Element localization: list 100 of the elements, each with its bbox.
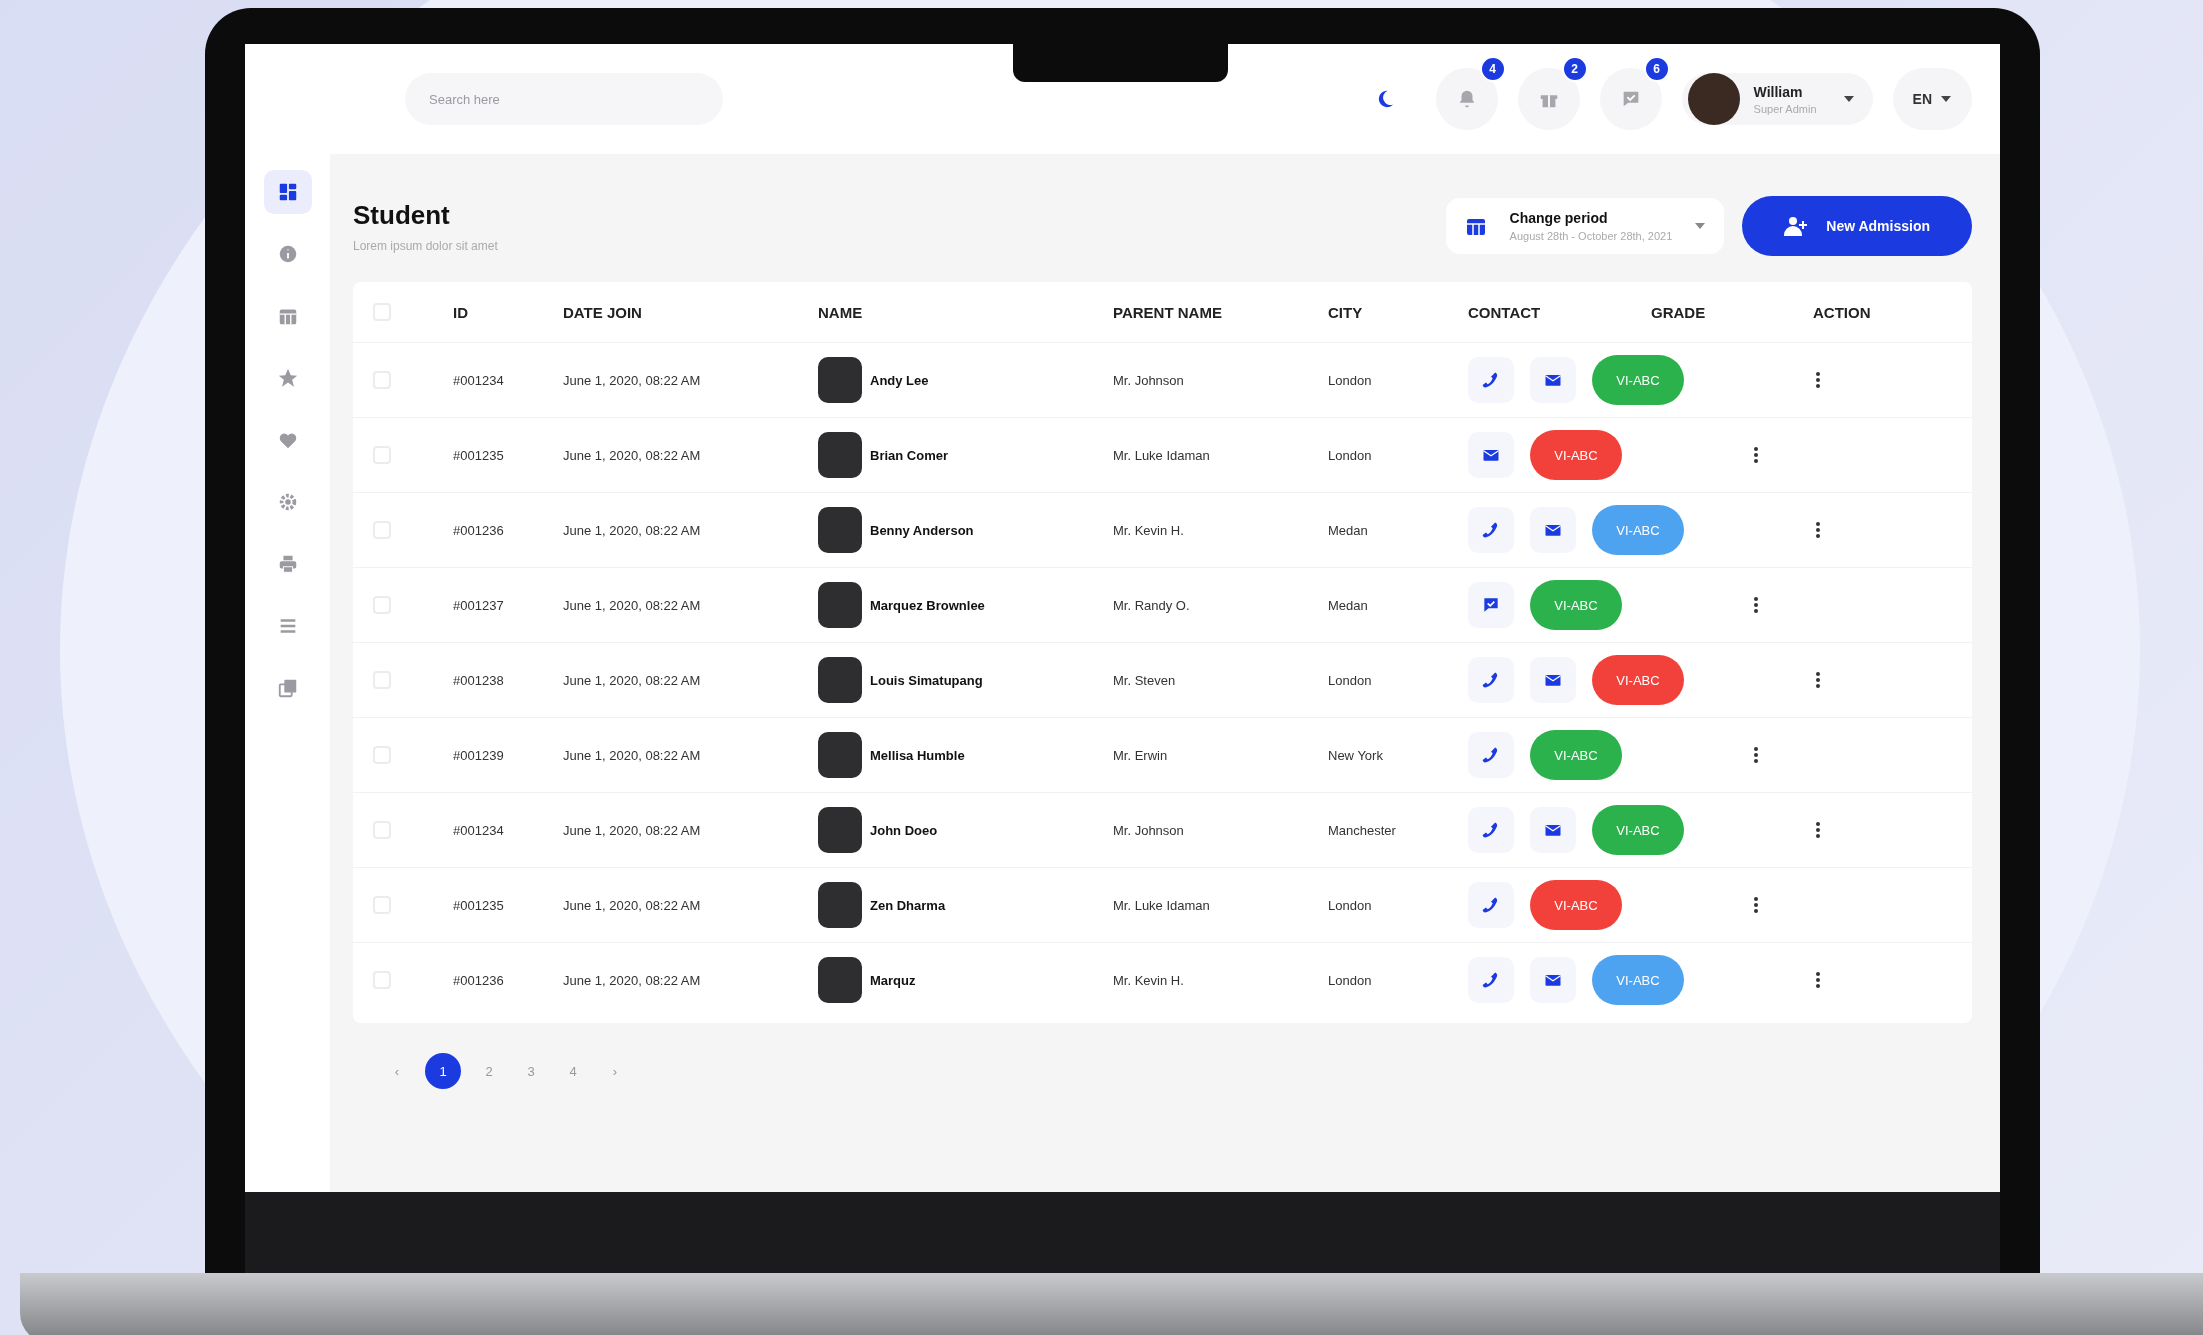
count-badge: 6 [1643, 56, 1670, 82]
photo-placeholder [818, 582, 862, 628]
student-name: Louis Simatupang [870, 672, 983, 688]
grade-badge: VI-ABC [1530, 880, 1622, 930]
city-cell-text: London [1328, 672, 1373, 688]
caret-icon [1940, 95, 1952, 103]
parent-cell-text: Mr. Johnson [1113, 822, 1185, 838]
parent-cell-text: Mr. Kevin H. [1113, 972, 1185, 988]
grade-badge: VI-ABC [1530, 730, 1622, 780]
city-cell-text: London [1328, 972, 1373, 988]
page-subtitle: Lorem ipsum dolor sit amet [353, 238, 498, 253]
city-cell-text: Medan [1328, 522, 1369, 538]
student-name: Mellisa Humble [870, 747, 965, 763]
date-cell-text: June 1, 2020, 08:22 AM [563, 822, 702, 838]
student-name: Marquez Brownlee [870, 597, 985, 613]
grade-badge: VI-ABC [1592, 805, 1684, 855]
email-button[interactable] [1530, 807, 1576, 853]
column-header: CONTACT [1468, 303, 1542, 321]
more-icon [1816, 822, 1820, 838]
date-cell-text: June 1, 2020, 08:22 AM [563, 747, 702, 763]
email-button[interactable] [1530, 357, 1576, 403]
photo-placeholder [818, 957, 862, 1003]
grade-badge: VI-ABC [1592, 655, 1684, 705]
page-title: Student [353, 199, 451, 231]
more-icon [1754, 447, 1758, 463]
phone-button[interactable] [1468, 657, 1514, 703]
id-cell-text: #001237 [453, 597, 505, 613]
parent-cell-text: Mr. Erwin [1113, 747, 1169, 763]
parent-cell-text: Mr. Luke Idaman [1113, 447, 1211, 463]
count-badge: 2 [1561, 56, 1588, 82]
id-cell-text: #001234 [453, 372, 505, 388]
copy-icon [276, 677, 299, 699]
id-cell-text: #001238 [453, 672, 505, 688]
grade-badge: VI-ABC [1592, 955, 1684, 1005]
parent-cell-text: Mr. Kevin H. [1113, 522, 1185, 538]
email-button[interactable] [1468, 432, 1514, 478]
phone-button[interactable] [1468, 507, 1514, 553]
id-cell-text: #001235 [453, 897, 505, 913]
city-cell-text: London [1328, 447, 1373, 463]
language-button[interactable]: EN [1892, 68, 1972, 130]
search-field[interactable]: Search here [405, 73, 723, 125]
grade-badge: VI-ABC [1592, 355, 1684, 405]
parent-cell-text: Mr. Randy O. [1113, 597, 1191, 613]
student-name: Brian Comer [870, 447, 949, 463]
more-icon [1816, 672, 1820, 688]
phone-button[interactable] [1468, 807, 1514, 853]
add-user-icon [1784, 216, 1809, 236]
id-cell-text: #001239 [453, 747, 505, 763]
city-cell-text: New York [1328, 747, 1384, 763]
parent-cell-text: Mr. Johnson [1113, 372, 1185, 388]
more-icon [1754, 897, 1758, 913]
city-cell-text: London [1328, 897, 1373, 913]
grade-badge: VI-ABC [1592, 505, 1684, 555]
column-header: GRADE [1651, 303, 1707, 321]
user-name: William [1753, 83, 1803, 100]
date-cell-text: June 1, 2020, 08:22 AM [563, 372, 702, 388]
more-icon [1754, 597, 1758, 613]
sidebar-item[interactable] [263, 170, 312, 214]
phone-button[interactable] [1468, 357, 1514, 403]
more-icon [1816, 522, 1820, 538]
column-header: ID [453, 303, 469, 321]
period-picker[interactable]: Change period August 28th - October 28th, 2021 [1445, 198, 1725, 254]
more-icon [1754, 747, 1758, 763]
email-button[interactable] [1530, 957, 1576, 1003]
user-menu[interactable]: William Super Admin [1681, 73, 1873, 125]
page-button[interactable]: 1 [425, 1053, 461, 1089]
student-name: John Doeo [870, 822, 938, 838]
phone-button[interactable] [1468, 882, 1514, 928]
phone-button[interactable] [1468, 957, 1514, 1003]
parent-cell-text: Mr. Steven [1113, 672, 1177, 688]
photo-placeholder [818, 432, 862, 478]
city-cell-text: Medan [1328, 597, 1369, 613]
email-button[interactable] [1530, 507, 1576, 553]
grade-badge: VI-ABC [1530, 430, 1622, 480]
id-cell-text: #001236 [453, 972, 505, 988]
student-name: Zen Dharma [870, 897, 946, 913]
caret-icon [1694, 222, 1707, 230]
more-icon [1816, 372, 1820, 388]
photo-placeholder [818, 732, 862, 778]
chat-button[interactable] [1468, 582, 1514, 628]
date-cell-text: June 1, 2020, 08:22 AM [563, 672, 702, 688]
avatar-photo [1687, 73, 1740, 125]
student-name: Benny Anderson [870, 522, 974, 538]
new-admission-button[interactable]: New Admission [1742, 196, 1972, 256]
date-cell-text: June 1, 2020, 08:22 AM [563, 897, 702, 913]
photo-placeholder [818, 507, 862, 553]
column-header: DATE JOIN [563, 303, 643, 321]
email-button[interactable] [1530, 657, 1576, 703]
phone-button[interactable] [1468, 732, 1514, 778]
date-cell-text: June 1, 2020, 08:22 AM [563, 447, 702, 463]
column-header: CITY [1328, 303, 1364, 321]
student-name: Marquz [870, 972, 916, 988]
photo-placeholder [818, 807, 862, 853]
column-header: NAME [818, 303, 864, 321]
parent-cell-text: Mr. Luke Idaman [1113, 897, 1211, 913]
photo-placeholder [818, 882, 862, 928]
photo-placeholder [818, 657, 862, 703]
photo-placeholder [818, 357, 862, 403]
city-cell-text: London [1328, 372, 1373, 388]
chat-icon [1481, 595, 1501, 615]
